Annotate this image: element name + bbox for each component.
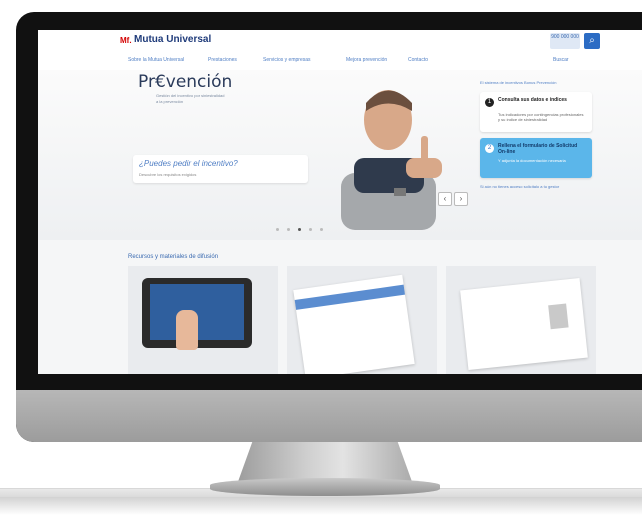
search-button[interactable]: ⌕: [584, 33, 600, 49]
nav-item-servicios[interactable]: Servicios y empresas: [263, 57, 311, 63]
hand-illustration: [176, 310, 198, 350]
step-card-1[interactable]: 1 Consulta sus datos e índices Tus indic…: [480, 92, 592, 132]
resource-thumb-brochure[interactable]: [287, 266, 437, 374]
step-number: 1: [485, 98, 494, 107]
prevencion-logo: Pr€vención: [138, 72, 233, 92]
nav-item-buscar[interactable]: Buscar: [553, 57, 569, 63]
side-intro: El sistema de incentivos Bonus Prevenció…: [480, 80, 557, 85]
step-title: Consulta sus datos e índices: [498, 97, 567, 103]
step-card-2[interactable]: 2 Rellena el formulario de Solicitud On-…: [480, 138, 592, 178]
main-nav: Sobre la Mutua Universal Prestaciones Se…: [38, 52, 642, 71]
resource-thumb-tablet[interactable]: [128, 266, 278, 374]
desk-shadow: [0, 497, 642, 515]
monitor-stand-base: [210, 478, 440, 496]
carousel-dot[interactable]: [320, 228, 323, 231]
carousel-dots: [276, 218, 331, 236]
step-number: 2: [485, 144, 494, 153]
monitor-chin: [16, 390, 642, 442]
browser-viewport: Mf. Mutua Universal 900 000 000 ⌕ Sobre …: [38, 30, 642, 374]
step-subtitle: Y adjunta la documentación necesaria: [498, 158, 566, 163]
document-qr: [548, 303, 569, 330]
nav-item-prestaciones[interactable]: Prestaciones: [208, 57, 237, 63]
incentive-callout[interactable]: ¿Puedes pedir el incentivo? Descubre los…: [133, 155, 308, 183]
carousel-next-button[interactable]: ›: [454, 192, 468, 206]
step-title: Rellena el formulario de Solicitud On-li…: [498, 143, 578, 155]
phone-box: 900 000 000: [550, 33, 580, 49]
section-title: Recursos y materiales de difusión: [128, 254, 219, 260]
nav-item-sobre[interactable]: Sobre la Mutua Universal: [128, 57, 184, 63]
search-icon: ⌕: [589, 35, 595, 46]
carousel-prev-button[interactable]: ‹: [438, 192, 452, 206]
hero-person-image: [341, 90, 442, 230]
carousel-dot[interactable]: [309, 228, 312, 231]
side-note-link[interactable]: Si aún no tienes acceso solicítalo a tu …: [480, 184, 592, 190]
carousel-dot[interactable]: [287, 228, 290, 231]
resource-thumb-document[interactable]: [446, 266, 596, 374]
step-subtitle: Tus indicadores por contingencias profes…: [498, 112, 584, 122]
carousel-arrows: ‹ ›: [438, 188, 470, 206]
brochure-header-bar: [294, 284, 405, 310]
incentive-question: ¿Puedes pedir el incentivo?: [139, 159, 238, 168]
nav-item-contacto[interactable]: Contacto: [408, 57, 428, 63]
nav-item-mejora[interactable]: Mejora prevención: [346, 57, 387, 63]
brochure-page: [293, 274, 415, 374]
brand-logo[interactable]: Mutua Universal: [134, 34, 211, 45]
prevencion-subtitle: Gestión del incentivo por siniestralidad…: [156, 93, 225, 104]
brand-logo-mark: Mf.: [120, 36, 132, 45]
side-panel: El sistema de incentivos Bonus Prevenció…: [480, 80, 592, 190]
site-header: Mf. Mutua Universal 900 000 000 ⌕: [38, 30, 642, 52]
incentive-question-sub: Descubre los requisitos exigidos: [139, 172, 197, 177]
carousel-dot-active[interactable]: [298, 228, 301, 231]
carousel-dot[interactable]: [276, 228, 279, 231]
document-page: [460, 277, 588, 371]
monitor-frame: Mf. Mutua Universal 900 000 000 ⌕ Sobre …: [16, 12, 642, 442]
phone-number: 900 000 000: [551, 34, 579, 40]
